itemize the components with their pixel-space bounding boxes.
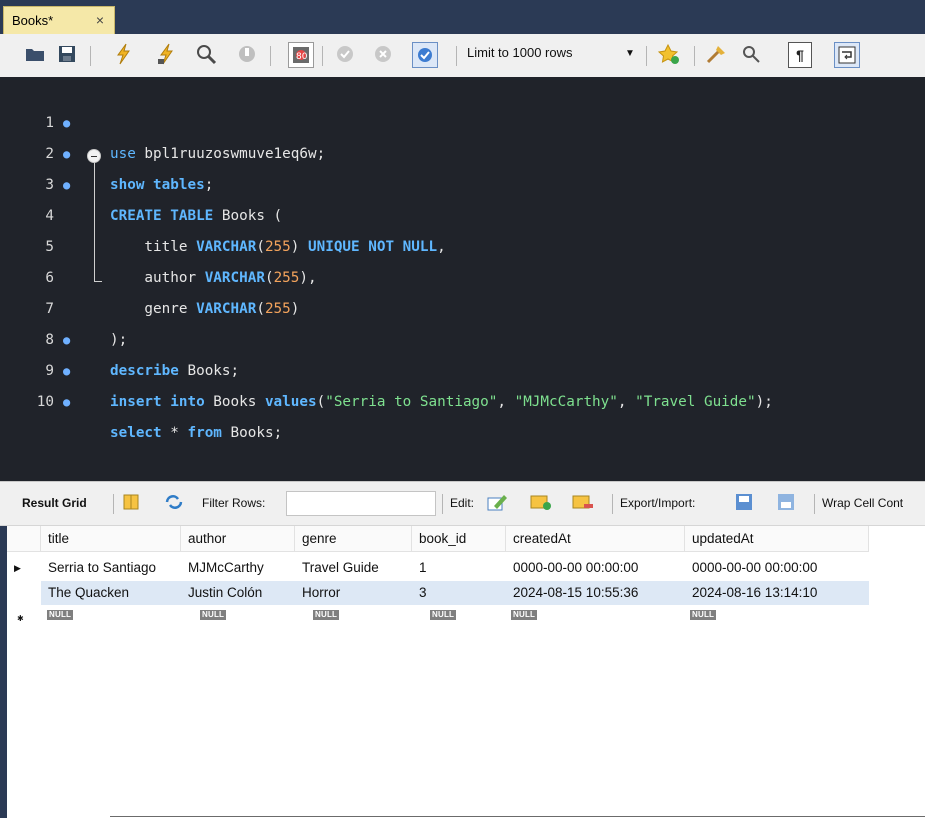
result-toolbar: Result Grid Filter Rows: Edit: Export/Im…: [0, 481, 925, 526]
toggle-error-icon[interactable]: 80: [288, 42, 314, 68]
table-cell[interactable]: 2024-08-16 13:14:10: [685, 580, 869, 606]
result-grid-tab[interactable]: Result Grid: [22, 496, 87, 510]
export-icon[interactable]: [734, 492, 756, 515]
table-cell[interactable]: 3: [412, 580, 506, 606]
table-cell[interactable]: 0000-00-00 00:00:00: [506, 555, 685, 581]
edit-cell-icon[interactable]: [486, 492, 508, 515]
open-folder-icon[interactable]: [24, 42, 46, 66]
table-cell[interactable]: Serria to Santiago: [41, 555, 181, 581]
new-row-marker-icon: ✱: [17, 614, 24, 623]
limit-dropdown-icon[interactable]: ▼: [625, 48, 635, 59]
current-row-arrow-icon: ▶: [14, 563, 21, 573]
find-icon[interactable]: [740, 42, 762, 66]
table-cell[interactable]: The Quacken: [41, 580, 181, 606]
execute-icon[interactable]: [112, 42, 134, 66]
edit-label: Edit:: [450, 496, 475, 510]
row-header-corner: [7, 526, 41, 552]
add-row-icon[interactable]: [530, 492, 552, 515]
rollback-icon[interactable]: [372, 42, 394, 66]
table-cell[interactable]: Travel Guide: [295, 555, 412, 581]
column-header-genre[interactable]: genre: [295, 526, 412, 552]
null-badge[interactable]: NULL: [47, 610, 74, 620]
table-cell[interactable]: MJMcCarthy: [181, 555, 295, 581]
editor-toolbar: 80 Limit to 1000 rows ▼ ¶: [0, 34, 925, 78]
stop-icon[interactable]: [236, 42, 258, 66]
table-cell[interactable]: 1: [412, 555, 506, 581]
table-cell[interactable]: 2024-08-15 10:55:36: [506, 580, 685, 606]
code-line: 8 ● describe Books;: [0, 294, 925, 379]
filter-rows-label: Filter Rows:: [202, 496, 266, 510]
save-icon[interactable]: [56, 42, 78, 66]
column-header-created-at[interactable]: createdAt: [506, 526, 685, 552]
sql-editor[interactable]: 1 ● use bpl1ruuzoswmuve1eq6w; 2 ● show tab…: [0, 77, 925, 481]
refresh-icon[interactable]: [164, 493, 184, 514]
statement-marker-icon: ●: [63, 395, 71, 409]
import-icon[interactable]: [776, 492, 798, 515]
column-header-book-id[interactable]: book_id: [412, 526, 506, 552]
wrap-cell-content-label[interactable]: Wrap Cell Cont: [822, 496, 903, 510]
tab-books[interactable]: Books* ×: [3, 6, 115, 34]
form-editor-icon[interactable]: [122, 493, 140, 514]
tab-label: Books*: [12, 13, 54, 28]
svg-text:80: 80: [296, 52, 308, 62]
commit-icon[interactable]: [334, 42, 356, 66]
export-import-label: Export/Import:: [620, 496, 696, 510]
invisibles-icon[interactable]: ¶: [788, 42, 812, 68]
column-header-updated-at[interactable]: updatedAt: [685, 526, 869, 552]
code-line: 10 ● select * from Books;: [0, 356, 925, 441]
null-badge[interactable]: NULL: [200, 610, 227, 620]
code-line: 3 ● CREATE TABLE Books (: [0, 139, 925, 224]
column-header-title[interactable]: title: [41, 526, 181, 552]
code-line: 6 genre VARCHAR(255): [45, 270, 300, 317]
close-tab-icon[interactable]: ×: [96, 12, 104, 28]
explain-icon[interactable]: [194, 42, 218, 66]
code-line: 5 author VARCHAR(255),: [45, 239, 317, 286]
null-badge[interactable]: NULL: [511, 610, 538, 620]
delete-row-icon[interactable]: [572, 492, 594, 515]
execute-current-icon[interactable]: [156, 42, 178, 66]
code-line: 2 ● show tables;: [0, 108, 925, 193]
limit-rows-select[interactable]: Limit to 1000 rows: [467, 45, 573, 60]
code-line: 9 ● insert into Books values("Serria to S…: [0, 325, 925, 410]
code-line: 7 );: [45, 301, 128, 348]
autocommit-icon[interactable]: [412, 42, 438, 68]
code-line: 4 title VARCHAR(255) UNIQUE NOT NULL,: [45, 208, 446, 255]
table-cell[interactable]: 0000-00-00 00:00:00: [685, 555, 869, 581]
result-grid: title author genre book_id createdAt upd…: [0, 526, 925, 818]
beautify-icon[interactable]: [704, 42, 728, 66]
null-badge[interactable]: NULL: [690, 610, 717, 620]
code-line: 1 ● use bpl1ruuzoswmuve1eq6w;: [0, 77, 925, 162]
column-header-author[interactable]: author: [181, 526, 295, 552]
null-badge[interactable]: NULL: [313, 610, 340, 620]
filter-rows-input[interactable]: [286, 491, 436, 516]
null-badge[interactable]: NULL: [430, 610, 457, 620]
add-snippet-icon[interactable]: [656, 42, 682, 66]
word-wrap-icon[interactable]: [834, 42, 860, 68]
tab-bar: Books* ×: [0, 0, 925, 34]
table-cell[interactable]: Horror: [295, 580, 412, 606]
table-cell[interactable]: Justin Colón: [181, 580, 295, 606]
